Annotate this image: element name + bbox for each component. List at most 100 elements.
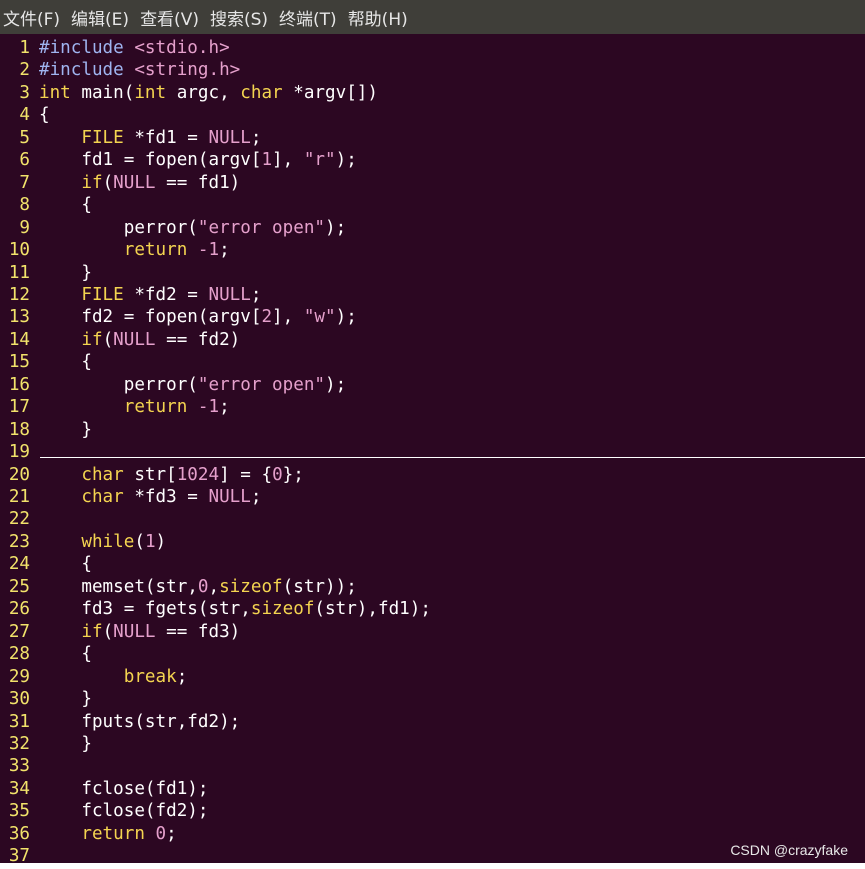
line-number: 37 (8, 846, 30, 863)
line-number: 26 (8, 599, 30, 620)
code-token: str[ (123, 464, 177, 485)
code-token: *argv[]) (282, 82, 378, 103)
code-token: } (39, 733, 92, 754)
code-token: NULL (113, 172, 156, 193)
code-token: ); (325, 374, 347, 395)
line-number: 35 (8, 801, 30, 822)
code-token: 1 (144, 531, 156, 552)
code-token: } (39, 689, 92, 710)
terminal-window: 文件(F) 编辑(E) 查看(V) 搜索(S) 终端(T) 帮助(H) 1 #in… (0, 0, 865, 869)
code-token: ], (272, 307, 304, 328)
line-number: 31 (8, 711, 30, 732)
code-line: 12 FILE *fd2 = NULL; (0, 284, 865, 306)
code-line: 20 char str[1024] = {0}; (0, 464, 865, 486)
code-token: return (39, 397, 188, 418)
code-token: 1 (261, 150, 273, 171)
code-line: 1 #include <stdio.h> (0, 37, 865, 59)
code-line: 8 { (0, 194, 865, 216)
code-token: if (39, 172, 103, 193)
code-token: ], (272, 150, 304, 171)
line-number: 27 (8, 621, 30, 642)
code-token: while (39, 531, 135, 552)
line-number: 3 (19, 82, 30, 103)
line-number: 6 (19, 150, 30, 171)
bottom-strip (0, 863, 865, 869)
code-token: break (39, 666, 177, 687)
menu-file[interactable]: 文件(F) (0, 5, 68, 30)
line-number: 32 (8, 733, 30, 754)
code-line: 10 return -1; (0, 239, 865, 261)
code-token: "w" (303, 307, 336, 328)
code-token: sizeof (219, 576, 283, 597)
code-line: 31 fputs(str,fd2); (0, 711, 865, 733)
code-token: ( (102, 172, 114, 193)
code-token: { (39, 352, 92, 373)
code-line: 7 if(NULL == fd1) (0, 172, 865, 194)
code-token: 0 (197, 576, 209, 597)
code-token: FILE (39, 284, 124, 305)
code-line: 14 if(NULL == fd2) (0, 329, 865, 351)
code-line: 17 return -1; (0, 396, 865, 418)
code-token: fclose(fd1); (39, 778, 209, 799)
code-token: fclose(fd2); (39, 801, 209, 822)
code-line: 29 break; (0, 666, 865, 688)
code-line: 33 (0, 755, 865, 777)
line-number: 7 (19, 172, 30, 193)
line-number: 29 (8, 666, 30, 687)
line-number: 34 (8, 778, 30, 799)
line-number: 2 (19, 60, 30, 81)
code-line: 22 (0, 508, 865, 530)
code-token: 2 (261, 307, 273, 328)
code-token: FILE (39, 127, 124, 148)
code-token: ( (134, 531, 145, 552)
code-line: 19 (0, 441, 865, 463)
line-number: 4 (19, 105, 30, 126)
code-editor[interactable]: 1 #include <stdio.h> 2 #include <string.h> 3… (0, 34, 865, 863)
code-line: 30 } (0, 688, 865, 710)
code-token: *fd1 = (123, 127, 209, 148)
code-token: } (39, 262, 92, 283)
code-token: char (39, 487, 124, 507)
code-token: fd3 = fgets(str, (39, 599, 251, 620)
code-token: if (39, 621, 103, 642)
code-token: return (39, 823, 145, 844)
code-token: ; (250, 127, 262, 148)
code-line: 28 { (0, 643, 865, 665)
line-number: 8 (19, 195, 30, 216)
code-token: memset(str, (39, 576, 198, 597)
code-token: ( (102, 329, 114, 350)
menu-view[interactable]: 查看(V) (137, 5, 207, 30)
code-token: ); (335, 307, 357, 328)
menu-search[interactable]: 搜索(S) (207, 5, 276, 30)
code-token: == fd2) (155, 329, 241, 350)
menu-help[interactable]: 帮助(H) (345, 5, 416, 30)
code-token: ; (219, 397, 230, 418)
code-token: fd2 = fopen(argv[ (39, 307, 262, 328)
code-line: 4{ (0, 104, 865, 126)
line-number: 9 (19, 217, 30, 238)
code-token: main( (70, 82, 135, 103)
code-token: ] = { (219, 464, 273, 485)
line-number: 22 (8, 509, 30, 530)
menu-terminal[interactable]: 终端(T) (276, 5, 345, 30)
code-token: *fd2 = (123, 284, 209, 305)
code-token: ; (219, 240, 230, 261)
code-line: 16 perror("error open"); (0, 374, 865, 396)
code-token: NULL (208, 127, 251, 148)
line-number: 17 (8, 397, 30, 418)
code-line: 34 fclose(fd1); (0, 778, 865, 800)
code-token: NULL (113, 329, 156, 350)
code-token: (str)); (282, 576, 357, 597)
code-token: } (39, 419, 92, 440)
code-token: if (39, 329, 103, 350)
code-token: ; (166, 823, 177, 844)
code-token: ); (325, 217, 347, 238)
code-line: 32 } (0, 733, 865, 755)
code-token: == fd3) (155, 621, 241, 642)
menu-edit[interactable]: 编辑(E) (68, 5, 137, 30)
line-number: 28 (8, 644, 30, 665)
code-token: }; (282, 464, 304, 485)
